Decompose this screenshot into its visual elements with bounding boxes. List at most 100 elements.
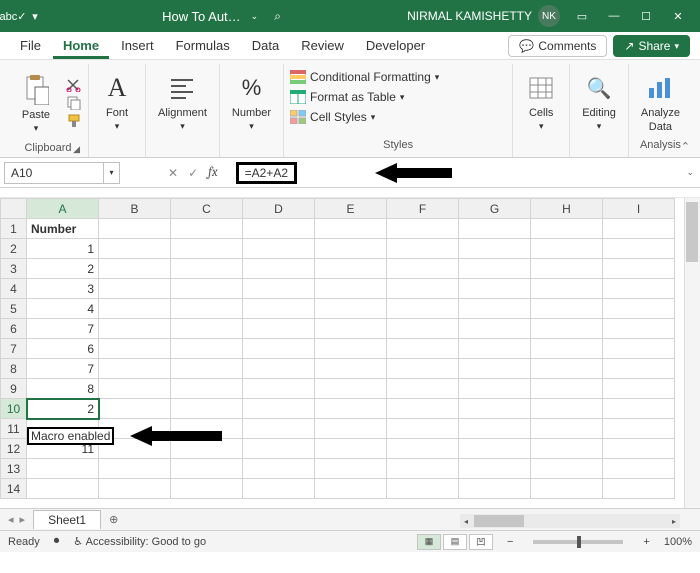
cell[interactable] bbox=[27, 479, 99, 499]
horizontal-scrollbar[interactable]: ◂ ▸ bbox=[460, 514, 680, 528]
cell[interactable] bbox=[387, 279, 459, 299]
cell[interactable] bbox=[315, 439, 387, 459]
cell[interactable] bbox=[315, 239, 387, 259]
formula-cancel-icon[interactable]: ✕ bbox=[168, 166, 178, 180]
cell[interactable] bbox=[243, 339, 315, 359]
cell[interactable] bbox=[315, 419, 387, 439]
cells-dropdown-icon[interactable]: ▾ bbox=[539, 121, 544, 132]
cell[interactable] bbox=[315, 399, 387, 419]
cell[interactable] bbox=[315, 299, 387, 319]
user-area[interactable]: NIRMAL KAMISHETTY NK bbox=[407, 5, 560, 27]
row-header[interactable]: 9 bbox=[1, 379, 27, 399]
cell[interactable] bbox=[459, 379, 531, 399]
format-painter-icon[interactable] bbox=[66, 114, 82, 128]
cell[interactable] bbox=[243, 439, 315, 459]
cell[interactable] bbox=[387, 419, 459, 439]
cell[interactable] bbox=[171, 339, 243, 359]
cell[interactable] bbox=[243, 359, 315, 379]
accessibility-status[interactable]: ♿︎ Accessibility: Good to go bbox=[73, 535, 206, 548]
cell[interactable] bbox=[315, 219, 387, 239]
cell[interactable] bbox=[387, 239, 459, 259]
cut-icon[interactable] bbox=[66, 78, 82, 92]
cell[interactable] bbox=[99, 279, 171, 299]
close-button[interactable]: ✕ bbox=[662, 0, 694, 32]
cell[interactable] bbox=[531, 219, 603, 239]
sheet-next-icon[interactable]: ▸ bbox=[20, 513, 26, 526]
zoom-out-button[interactable]: − bbox=[507, 536, 513, 548]
clipboard-dialog-launcher-icon[interactable]: ◢ bbox=[73, 144, 80, 155]
col-header-h[interactable]: H bbox=[531, 199, 603, 219]
cell[interactable] bbox=[387, 479, 459, 499]
row-header[interactable]: 4 bbox=[1, 279, 27, 299]
cell[interactable] bbox=[315, 339, 387, 359]
row-header[interactable]: 3 bbox=[1, 259, 27, 279]
formula-enter-icon[interactable]: ✓ bbox=[188, 166, 198, 180]
cell[interactable] bbox=[243, 299, 315, 319]
cell[interactable] bbox=[387, 439, 459, 459]
cell[interactable] bbox=[603, 239, 675, 259]
cell[interactable] bbox=[387, 339, 459, 359]
cell[interactable] bbox=[171, 359, 243, 379]
row-header[interactable]: 2 bbox=[1, 239, 27, 259]
tab-developer[interactable]: Developer bbox=[356, 34, 435, 59]
view-normal-icon[interactable]: ▦ bbox=[417, 534, 441, 550]
cell[interactable] bbox=[603, 259, 675, 279]
cell[interactable] bbox=[603, 399, 675, 419]
cell[interactable] bbox=[243, 399, 315, 419]
expand-formula-bar-icon[interactable]: ⌄ bbox=[686, 167, 694, 178]
cell[interactable] bbox=[171, 379, 243, 399]
cell[interactable] bbox=[603, 439, 675, 459]
cell[interactable]: 2 bbox=[27, 259, 99, 279]
cell[interactable] bbox=[459, 279, 531, 299]
cell[interactable] bbox=[171, 219, 243, 239]
zoom-level[interactable]: 100% bbox=[664, 536, 692, 548]
cell[interactable] bbox=[531, 339, 603, 359]
cell[interactable] bbox=[531, 239, 603, 259]
cell[interactable]: 4 bbox=[27, 299, 99, 319]
conditional-formatting-button[interactable]: Conditional Formatting ▾ bbox=[290, 70, 439, 84]
cell[interactable] bbox=[531, 419, 603, 439]
scroll-thumb[interactable] bbox=[474, 515, 524, 527]
row-header[interactable]: 5 bbox=[1, 299, 27, 319]
cell[interactable] bbox=[531, 259, 603, 279]
cell[interactable] bbox=[531, 319, 603, 339]
add-sheet-button[interactable]: ⊕ bbox=[101, 513, 126, 526]
cell[interactable] bbox=[243, 479, 315, 499]
row-header[interactable]: 8 bbox=[1, 359, 27, 379]
cell[interactable] bbox=[171, 299, 243, 319]
analyze-data-button[interactable]: Analyze Data bbox=[635, 69, 686, 135]
tab-file[interactable]: File bbox=[10, 34, 51, 59]
cell[interactable] bbox=[171, 319, 243, 339]
paste-button[interactable]: Paste ▾ bbox=[14, 71, 58, 136]
tab-home[interactable]: Home bbox=[53, 34, 109, 59]
cell[interactable] bbox=[243, 279, 315, 299]
cell[interactable] bbox=[531, 379, 603, 399]
cell[interactable] bbox=[99, 299, 171, 319]
cell[interactable] bbox=[459, 319, 531, 339]
cell[interactable] bbox=[99, 399, 171, 419]
cell[interactable] bbox=[99, 479, 171, 499]
cell[interactable] bbox=[603, 339, 675, 359]
cell[interactable] bbox=[459, 479, 531, 499]
cell[interactable] bbox=[243, 379, 315, 399]
cell[interactable] bbox=[315, 479, 387, 499]
row-header[interactable]: 10 bbox=[1, 399, 27, 419]
cell[interactable] bbox=[243, 219, 315, 239]
editing-button[interactable]: 🔍 Editing ▾ bbox=[576, 69, 622, 134]
col-header-c[interactable]: C bbox=[171, 199, 243, 219]
cell[interactable] bbox=[387, 359, 459, 379]
cell-active[interactable]: 2 bbox=[27, 399, 99, 419]
cell[interactable] bbox=[99, 459, 171, 479]
tab-insert[interactable]: Insert bbox=[111, 34, 164, 59]
tab-data[interactable]: Data bbox=[242, 34, 289, 59]
sheet-prev-icon[interactable]: ◂ bbox=[8, 513, 14, 526]
cell[interactable] bbox=[459, 339, 531, 359]
cell[interactable] bbox=[459, 439, 531, 459]
row-header[interactable]: 14 bbox=[1, 479, 27, 499]
sheet-nav[interactable]: ◂ ▸ bbox=[0, 513, 33, 526]
row-header[interactable]: 1 bbox=[1, 219, 27, 239]
cell[interactable] bbox=[243, 419, 315, 439]
cell[interactable] bbox=[603, 479, 675, 499]
cell[interactable] bbox=[459, 459, 531, 479]
cell[interactable] bbox=[27, 459, 99, 479]
